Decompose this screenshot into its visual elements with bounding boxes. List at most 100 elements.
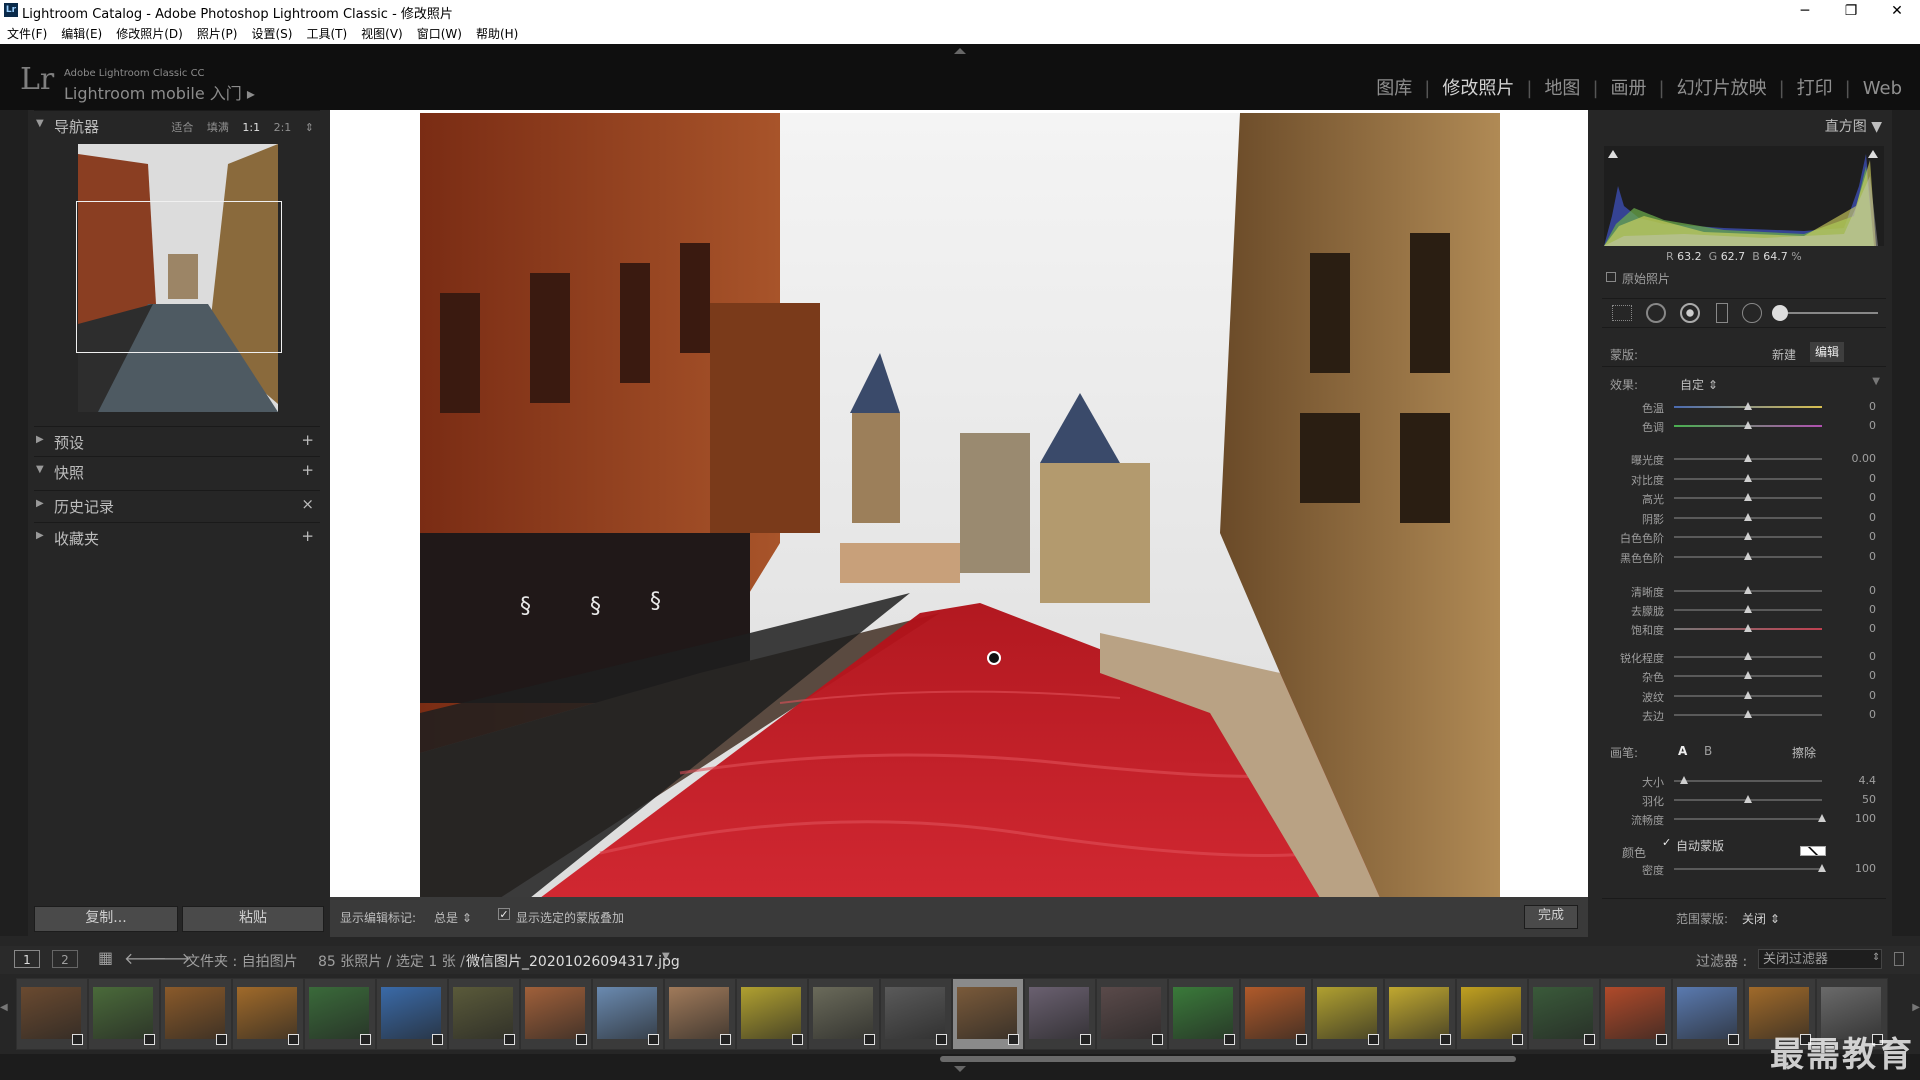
filmstrip-right-arrow-icon[interactable]: ▶ <box>1912 1002 1920 1013</box>
filmstrip-thumbnail[interactable] <box>376 978 448 1050</box>
slider-sliders_group1-0[interactable]: 色温 0 <box>1606 400 1882 415</box>
slider-value[interactable]: 0 <box>1869 511 1876 524</box>
menu-edit[interactable]: 编辑(E) <box>54 22 109 45</box>
filmstrip-thumbnail[interactable] <box>304 978 376 1050</box>
slider-sliders_group2-0[interactable]: 曝光度 0.00 <box>1606 452 1882 467</box>
collections-header[interactable]: ▶ 收藏夹 + <box>34 522 320 551</box>
menu-develop[interactable]: 修改照片(D) <box>109 22 190 45</box>
main-photo[interactable]: § § § <box>420 113 1500 898</box>
grid-view-icon[interactable]: ▦ <box>98 948 113 967</box>
slider-value[interactable]: 0 <box>1869 491 1876 504</box>
add-collection-icon[interactable]: + <box>301 527 314 545</box>
slider-value[interactable]: 0 <box>1869 669 1876 682</box>
slider-knob[interactable] <box>1744 421 1752 429</box>
slider-value[interactable]: 100 <box>1855 862 1876 875</box>
slider-knob[interactable] <box>1818 864 1826 872</box>
second-window-button[interactable]: 2 <box>52 950 78 968</box>
slider-value[interactable]: 0.00 <box>1852 452 1877 465</box>
forward-arrow-icon[interactable]: 🡒 <box>148 948 191 968</box>
slider-knob[interactable] <box>1744 652 1752 660</box>
slider-knob[interactable] <box>1744 586 1752 594</box>
slider-knob[interactable] <box>1744 473 1752 482</box>
module-slideshow[interactable]: 幻灯片放映 <box>1665 78 1779 99</box>
collapse-filmstrip-icon[interactable] <box>954 1066 966 1072</box>
clear-history-icon[interactable]: × <box>301 495 314 513</box>
slider-knob[interactable] <box>1744 493 1752 501</box>
slider-value[interactable]: 0 <box>1869 689 1876 702</box>
slider-sliders_group4-1[interactable]: 杂色 0 <box>1606 669 1882 684</box>
zoom-1-1[interactable]: 1:1 <box>242 121 260 134</box>
slider-brush_sliders-2[interactable]: 流畅度 100 <box>1606 812 1882 827</box>
effect-dropdown[interactable]: 自定 ⇕ <box>1680 376 1718 393</box>
slider-value[interactable]: 4.4 <box>1859 774 1877 787</box>
slider-track[interactable] <box>1674 868 1822 870</box>
filmstrip-thumbnail[interactable] <box>88 978 160 1050</box>
add-preset-icon[interactable]: + <box>301 431 314 449</box>
slider-value[interactable]: 0 <box>1869 550 1876 563</box>
slider-knob[interactable] <box>1744 690 1752 699</box>
filter-lock-icon[interactable] <box>1894 952 1904 966</box>
slider-sliders_group2-4[interactable]: 白色色阶 0 <box>1606 530 1882 545</box>
lightroom-mobile-link[interactable]: Lightroom mobile 入门 ▸ <box>64 80 255 104</box>
slider-value[interactable]: 0 <box>1869 584 1876 597</box>
adjustment-brush-icon[interactable] <box>1772 303 1882 323</box>
menu-view[interactable]: 视图(V) <box>354 22 410 45</box>
slider-sliders_group2-3[interactable]: 阴影 0 <box>1606 511 1882 526</box>
done-button[interactable]: 完成 <box>1524 905 1578 929</box>
filmstrip-thumbnail[interactable] <box>664 978 736 1050</box>
filmstrip-thumbnail[interactable] <box>1096 978 1168 1050</box>
slider-sliders_group4-2[interactable]: 波纹 0 <box>1606 689 1882 704</box>
add-snapshot-icon[interactable]: + <box>301 461 314 479</box>
zoom-stepper-icon[interactable]: ⇕ <box>305 121 314 134</box>
filmstrip-thumbnail[interactable] <box>160 978 232 1050</box>
filmstrip-thumbnail[interactable] <box>1312 978 1384 1050</box>
module-book[interactable]: 画册 <box>1599 78 1659 99</box>
filmstrip-thumbnail[interactable] <box>1600 978 1672 1050</box>
slider-sliders_group3-1[interactable]: 去朦胧 0 <box>1606 603 1882 618</box>
main-window-button[interactable]: 1 <box>14 950 40 968</box>
show-edit-pins-dropdown[interactable]: 总是 ⇕ <box>434 909 472 926</box>
mask-edit-button[interactable]: 编辑 <box>1810 342 1844 362</box>
menu-window[interactable]: 窗口(W) <box>410 22 469 45</box>
slider-knob[interactable] <box>1680 776 1689 784</box>
original-photo-checkbox[interactable] <box>1606 272 1616 282</box>
slider-sliders_group4-0[interactable]: 锐化程度 0 <box>1606 650 1882 665</box>
slider-value[interactable]: 50 <box>1862 793 1876 806</box>
brush-erase-tab[interactable]: 擦除 <box>1792 744 1816 761</box>
color-swatch[interactable] <box>1800 846 1826 856</box>
menu-tools[interactable]: 工具(T) <box>299 22 354 45</box>
menu-help[interactable]: 帮助(H) <box>469 22 525 45</box>
color-row[interactable]: 颜色 <box>1606 844 1882 860</box>
graduated-filter-icon[interactable] <box>1716 303 1728 323</box>
filename-dropdown-icon[interactable]: ▼ <box>662 951 670 962</box>
minimize-button[interactable]: ─ <box>1782 0 1828 22</box>
slider-knob[interactable] <box>1744 551 1752 560</box>
folder-path[interactable]: 文件夹 : 自拍图片 <box>186 951 298 971</box>
slider-knob[interactable] <box>1744 671 1752 680</box>
history-header[interactable]: ▶ 历史记录 × <box>34 490 320 519</box>
zoom-2-1[interactable]: 2:1 <box>274 121 292 134</box>
radial-filter-icon[interactable] <box>1742 303 1762 323</box>
filmstrip-thumbnail[interactable] <box>1384 978 1456 1050</box>
navigator-view-rectangle[interactable] <box>76 201 282 353</box>
filmstrip-thumbnail[interactable] <box>808 978 880 1050</box>
navigator-header[interactable]: ▼ 导航器 适合 填满 1:1 2:1 ⇕ <box>34 110 320 139</box>
slider-knob[interactable] <box>1744 402 1752 410</box>
zoom-fit[interactable]: 适合 <box>171 121 193 134</box>
photo-canvas[interactable]: § § § <box>330 110 1588 898</box>
slider-knob[interactable] <box>1744 454 1752 462</box>
filmstrip-thumbnail[interactable] <box>232 978 304 1050</box>
snapshots-header[interactable]: ▼ 快照 + <box>34 456 320 485</box>
copy-settings-button[interactable]: 复制... <box>34 906 178 932</box>
module-library[interactable]: 图库 <box>1364 78 1424 99</box>
filmstrip-thumbnail[interactable] <box>16 978 88 1050</box>
module-develop[interactable]: 修改照片 <box>1430 78 1526 99</box>
slider-sliders_group4-3[interactable]: 去边 0 <box>1606 708 1882 723</box>
filmstrip-thumbnail[interactable] <box>520 978 592 1050</box>
module-print[interactable]: 打印 <box>1785 78 1845 99</box>
slider-brush_sliders-1[interactable]: 羽化 50 <box>1606 793 1882 808</box>
slider-sliders_group3-2[interactable]: 饱和度 0 <box>1606 622 1882 637</box>
slider-knob[interactable] <box>1744 624 1752 632</box>
menu-photo[interactable]: 照片(P) <box>190 22 245 45</box>
filmstrip-thumbnail[interactable] <box>1024 978 1096 1050</box>
